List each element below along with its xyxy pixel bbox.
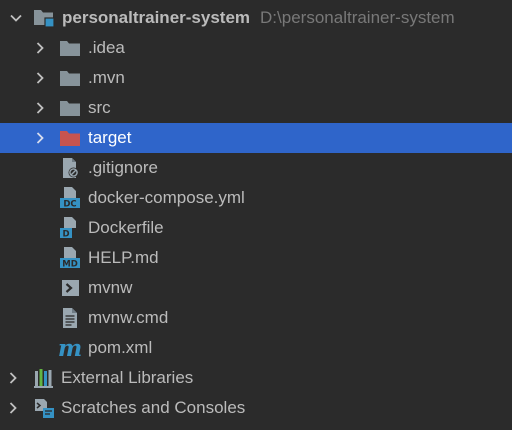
root-project-name: personaltrainer-system [62,8,251,27]
chevron-down-icon[interactable] [9,11,23,25]
chevron-right-icon[interactable] [33,101,47,115]
tree-item-label: .idea [88,38,125,57]
tree-item-label: HELP.md [88,248,159,267]
folder-icon [58,66,82,90]
tree-item-mvnw-cmd[interactable]: mvnw.cmd [0,303,512,333]
chevron-right-icon[interactable] [6,371,20,385]
tree-item-label: src [88,98,111,117]
external-libraries-icon [32,366,56,390]
tree-item-help-md[interactable]: MD HELP.md [0,243,512,273]
ignore-file-icon [58,156,82,180]
tree-item-label: .gitignore [88,158,158,177]
markdown-file-icon: MD [58,246,82,270]
root-project-path: D:\personaltrainer-system [260,8,455,27]
tree-item-label: Scratches and Consoles [61,398,246,417]
tree-item-label: docker-compose.yml [88,188,245,207]
tree-item-idea[interactable]: .idea [0,33,512,63]
tree-item-label: mvnw.cmd [88,308,169,327]
excluded-folder-icon [58,126,82,150]
tree-item-docker-compose[interactable]: DC docker-compose.yml [0,183,512,213]
tree-item-label: mvnw [88,278,133,297]
tree-item-label: .mvn [88,68,125,87]
chevron-right-icon[interactable] [6,401,20,415]
tree-root-row[interactable]: personaltrainer-system D:\personaltrainer… [0,3,512,33]
tree-item-gitignore[interactable]: .gitignore [0,153,512,183]
module-folder-icon [32,6,56,30]
tree-item-external-libraries[interactable]: External Libraries [0,363,512,393]
tree-item-scratches-consoles[interactable]: Scratches and Consoles [0,393,512,423]
tree-item-label: External Libraries [61,368,194,387]
tree-item-src[interactable]: src [0,93,512,123]
tree-item-target[interactable]: target [0,123,512,153]
chevron-right-icon[interactable] [33,41,47,55]
tree-item-dockerfile[interactable]: D Dockerfile [0,213,512,243]
shell-script-icon [58,276,82,300]
chevron-right-icon[interactable] [33,71,47,85]
docker-compose-file-icon: DC [58,186,82,210]
scratches-icon [32,396,56,420]
tree-item-mvn[interactable]: .mvn [0,63,512,93]
tree-item-label: target [88,128,132,147]
folder-icon [58,36,82,60]
tree-item-label: Dockerfile [88,218,164,237]
tree-item-label: pom.xml [88,338,153,357]
chevron-right-icon[interactable] [33,131,47,145]
text-file-icon [58,306,82,330]
maven-icon: m [57,334,83,362]
tree-item-pom-xml[interactable]: m pom.xml [0,333,512,363]
svg-text:DC: DC [63,200,76,210]
folder-icon [58,96,82,120]
tree-item-mvnw[interactable]: mvnw [0,273,512,303]
svg-text:D: D [62,230,69,240]
project-tree: personaltrainer-system D:\personaltrainer… [0,0,512,430]
dockerfile-icon: D [58,216,82,240]
svg-text:MD: MD [62,260,78,270]
